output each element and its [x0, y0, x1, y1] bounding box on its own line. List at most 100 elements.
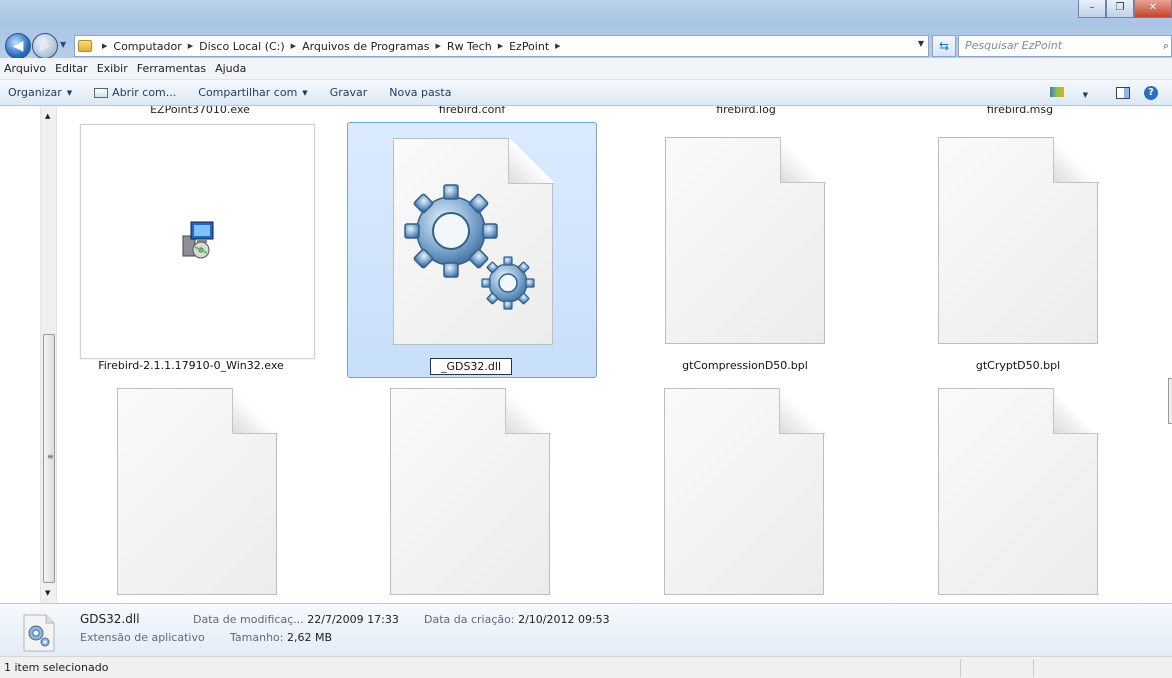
breadcrumb: ▶ Computador ▶ Disco Local (C:) ▶ Arquiv…: [96, 40, 567, 53]
grip-icon: ≡: [47, 452, 54, 461]
size-value: 2,62 MB: [286, 631, 333, 644]
organize-label: Organizar: [8, 86, 62, 99]
size-label: Tamanho:: [230, 631, 284, 644]
status-divider: [1033, 659, 1034, 677]
file-item[interactable]: gtCompressionD50.bpl: [620, 122, 870, 378]
created-label: Data da criação:: [424, 613, 515, 626]
breadcrumb-computador[interactable]: Computador: [113, 40, 181, 53]
search-placeholder: Pesquisar EzPoint: [965, 39, 1063, 52]
forward-button[interactable]: ▶: [32, 33, 58, 59]
page-fold-icon: [508, 138, 554, 184]
view-icon: [1049, 86, 1064, 97]
share-button[interactable]: Compartilhar com ▼: [198, 86, 307, 99]
menu-arquivo[interactable]: Arquivo: [4, 62, 46, 75]
open-with-button[interactable]: Abrir com...: [94, 86, 176, 99]
address-dropdown-icon[interactable]: ▼: [918, 39, 924, 48]
preview-pane-icon[interactable]: [1116, 87, 1130, 99]
page-fold-icon: [780, 137, 826, 183]
status-divider: [960, 659, 961, 677]
maximize-button[interactable]: ❐: [1106, 0, 1134, 18]
file-label[interactable]: firebird.conf: [352, 106, 592, 116]
status-bar: 1 item selecionado: [0, 656, 1172, 678]
chevron-down-icon: ▼: [302, 88, 308, 97]
breadcrumb-separator-icon[interactable]: ▶: [555, 42, 560, 50]
menu-bar: Arquivo Editar Exibir Ferramentas Ajuda: [0, 58, 1172, 80]
file-item[interactable]: [72, 373, 322, 603]
page-fold-icon: [505, 388, 551, 434]
menu-exibir[interactable]: Exibir: [97, 62, 128, 75]
dll-gears-icon: [404, 184, 535, 310]
new-folder-button[interactable]: Nova pasta: [389, 86, 451, 99]
application-icon: [94, 87, 109, 98]
file-item[interactable]: Firebird-2.1.1.17910-0_Win32.exe: [66, 122, 316, 378]
back-button[interactable]: ◀: [5, 33, 31, 59]
file-name[interactable]: gtCompressionD50.bpl: [620, 359, 870, 372]
help-icon[interactable]: ?: [1144, 86, 1158, 100]
change-view-button[interactable]: ▼: [1049, 86, 1102, 100]
breadcrumb-separator-icon[interactable]: ▶: [291, 42, 296, 50]
menu-ferramentas[interactable]: Ferramentas: [137, 62, 206, 75]
folder-icon: [78, 40, 92, 52]
file-view: ▲ ≡ ▼ EZPoint37010.exe firebird.conf fir…: [0, 106, 1172, 603]
file-label[interactable]: firebird.msg: [900, 106, 1140, 116]
open-with-label: Abrir com...: [112, 86, 177, 99]
chevron-down-icon: ▼: [66, 88, 73, 97]
burn-button[interactable]: Gravar: [330, 86, 368, 99]
search-input[interactable]: Pesquisar EzPoint ⌕: [958, 35, 1172, 57]
breadcrumb-rw-tech[interactable]: Rw Tech: [447, 40, 492, 53]
breadcrumb-separator-icon[interactable]: ▶: [102, 42, 107, 50]
details-pane: GDS32.dll Extensão de aplicativo Data de…: [0, 603, 1172, 656]
detail-created: Data da criação: 2/10/2012 09:53: [424, 613, 610, 626]
new-folder-label: Nova pasta: [389, 86, 452, 99]
page-fold-icon: [1053, 388, 1099, 434]
file-name[interactable]: gtCryptD50.bpl: [893, 359, 1143, 372]
scrollbar-thumb[interactable]: ≡: [43, 334, 55, 583]
file-item[interactable]: [345, 373, 595, 603]
page-fold-icon: [779, 388, 825, 434]
file-item[interactable]: [893, 373, 1143, 603]
share-label: Compartilhar com: [198, 86, 298, 99]
detail-size: Tamanho: 2,62 MB: [230, 631, 332, 644]
modified-value: 22/7/2009 17:33: [307, 613, 399, 626]
status-text: 1 item selecionado: [4, 661, 109, 674]
refresh-button[interactable]: ⇆: [932, 35, 956, 57]
breadcrumb-separator-icon[interactable]: ▶: [436, 42, 441, 50]
file-name[interactable]: Firebird-2.1.1.17910-0_Win32.exe: [66, 359, 316, 372]
page-fold-icon: [232, 388, 278, 434]
organize-button[interactable]: Organizar ▼: [8, 86, 72, 99]
file-item[interactable]: gtCryptD50.bpl: [893, 122, 1143, 378]
breadcrumb-separator-icon[interactable]: ▶: [188, 42, 193, 50]
command-bar: Organizar ▼ Abrir com... Compartilhar co…: [0, 80, 1172, 106]
minimize-button[interactable]: –: [1078, 0, 1106, 18]
file-label[interactable]: firebird.log: [626, 106, 866, 116]
breadcrumb-disco-local[interactable]: Disco Local (C:): [199, 40, 285, 53]
detail-file-type: Extensão de aplicativo: [80, 631, 205, 644]
view-controls: ▼ ?: [1049, 80, 1172, 106]
scroll-up-icon[interactable]: ▲: [45, 112, 50, 120]
address-bar[interactable]: ▶ Computador ▶ Disco Local (C:) ▶ Arquiv…: [74, 35, 929, 57]
title-bar: – ❐ ✕ ◀ ▶ ▼ ▶ Computador ▶ Disco Local (…: [0, 0, 1172, 59]
file-label[interactable]: EZPoint37010.exe: [80, 106, 320, 116]
explorer-window: – ❐ ✕ ◀ ▶ ▼ ▶ Computador ▶ Disco Local (…: [0, 0, 1172, 678]
modified-label: Data de modificaç...: [193, 613, 304, 626]
file-thumbnail: [80, 124, 315, 359]
dll-file-icon: [23, 614, 55, 652]
page-fold-icon: [1053, 137, 1099, 183]
scroll-down-icon[interactable]: ▼: [45, 589, 50, 597]
search-icon[interactable]: ⌕: [1163, 39, 1169, 53]
menu-ajuda[interactable]: Ajuda: [215, 62, 246, 75]
file-item-selected[interactable]: _GDS32.dll: [347, 122, 597, 378]
recent-pages-dropdown[interactable]: ▼: [60, 40, 66, 49]
menu-editar[interactable]: Editar: [55, 62, 88, 75]
right-scroll-handle[interactable]: [1168, 378, 1172, 424]
breadcrumb-ezpoint[interactable]: EzPoint: [509, 40, 549, 53]
breadcrumb-separator-icon[interactable]: ▶: [498, 42, 503, 50]
detail-file-name: GDS32.dll: [80, 612, 140, 626]
close-button[interactable]: ✕: [1134, 0, 1172, 18]
file-item[interactable]: [619, 373, 869, 603]
detail-modified: Data de modificaç... 22/7/2009 17:33: [193, 613, 399, 626]
chevron-down-icon: ▼: [1082, 90, 1088, 99]
breadcrumb-arquivos-de-programas[interactable]: Arquivos de Programas: [302, 40, 429, 53]
burn-label: Gravar: [329, 86, 368, 99]
vertical-scrollbar[interactable]: ▲ ≡ ▼: [40, 106, 57, 603]
